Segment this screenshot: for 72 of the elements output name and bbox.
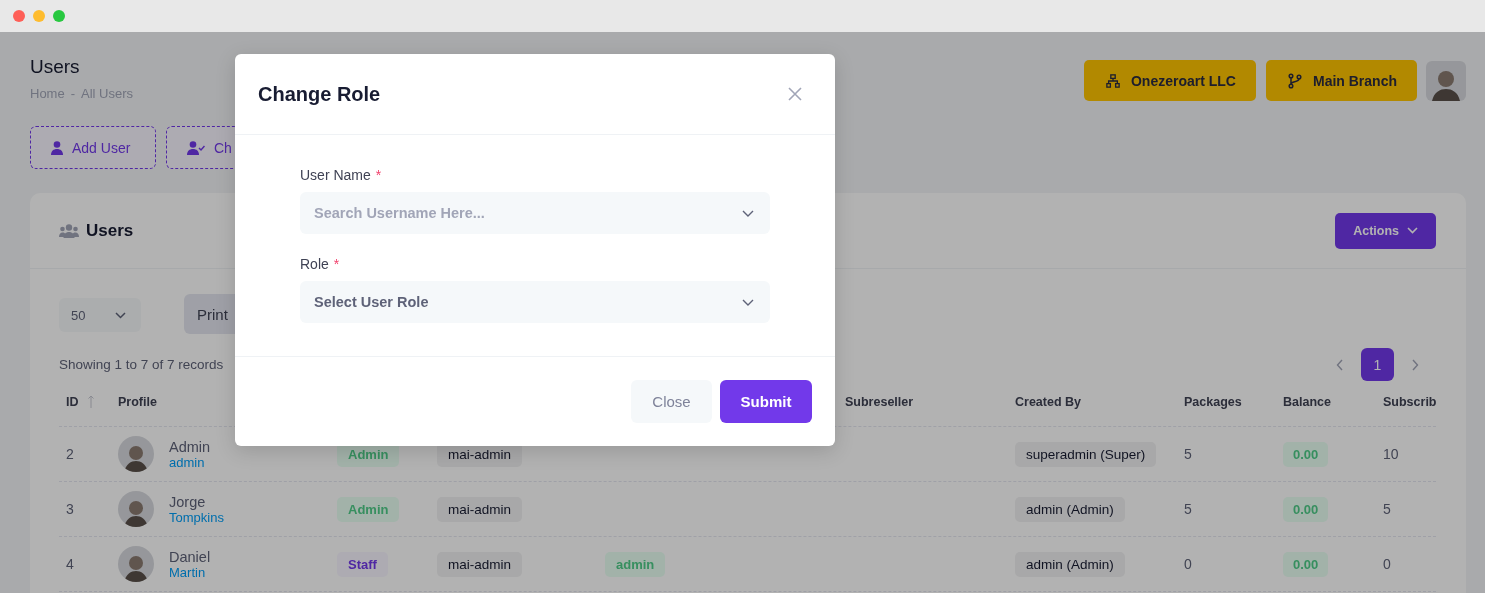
role-badge: Staff bbox=[337, 551, 388, 577]
column-header: Balance bbox=[1283, 395, 1331, 409]
user-first-name: Jorge bbox=[169, 493, 207, 510]
packages-cell: 5 bbox=[1184, 501, 1192, 517]
user-last-name-link[interactable]: Martin bbox=[169, 564, 211, 580]
balance-badge: 0.00 bbox=[1283, 496, 1329, 522]
avatar-placeholder bbox=[118, 436, 154, 472]
sort-icon[interactable] bbox=[86, 395, 95, 409]
page-title: Users bbox=[30, 56, 81, 78]
creator-badge: superadmin (Super) bbox=[1015, 441, 1157, 467]
column-header: ID bbox=[66, 395, 79, 409]
role-select[interactable]: Select User Role bbox=[300, 281, 770, 323]
sitemap-icon bbox=[1105, 73, 1120, 88]
records-summary: Showing 1 to 7 of 7 records bbox=[59, 357, 224, 372]
branch-button[interactable]: Main Branch bbox=[1266, 60, 1417, 101]
page-button[interactable]: 1 bbox=[1361, 348, 1394, 381]
avatar-placeholder bbox=[118, 546, 154, 582]
parent-badge: mai-admin bbox=[437, 496, 523, 522]
column-header: Created By bbox=[1015, 395, 1081, 409]
parent-badge: mai-admin bbox=[437, 551, 523, 577]
field-label: Role bbox=[300, 256, 329, 272]
role-badge: Admin bbox=[337, 496, 400, 522]
next-page-icon[interactable] bbox=[1411, 358, 1419, 371]
packages-cell: 0 bbox=[1184, 556, 1192, 572]
add-user-button[interactable]: Add User bbox=[30, 126, 156, 169]
user-icon bbox=[51, 140, 63, 155]
actions-button[interactable]: Actions bbox=[1335, 212, 1436, 249]
user-first-name: Daniel bbox=[169, 548, 211, 565]
breadcrumb-separator: - bbox=[70, 86, 76, 101]
user-last-name-link[interactable]: Tompkins bbox=[169, 509, 224, 525]
user-last-name-link[interactable]: admin bbox=[169, 454, 211, 470]
chevron-down-icon bbox=[742, 210, 754, 217]
minimize-window-button[interactable] bbox=[33, 10, 45, 22]
company-button[interactable]: Onezeroart LLC bbox=[1083, 60, 1256, 101]
users-icon bbox=[59, 223, 79, 238]
subscriptions-cell: 0 bbox=[1383, 556, 1391, 572]
username-select[interactable]: Search Username Here... bbox=[300, 192, 770, 234]
chevron-down-icon bbox=[115, 311, 126, 319]
user-badge: admin bbox=[605, 551, 666, 577]
branch-icon bbox=[1288, 72, 1302, 89]
user-first-name: Admin bbox=[169, 438, 211, 455]
user-check-icon bbox=[187, 140, 205, 155]
balance-badge: 0.00 bbox=[1283, 441, 1329, 467]
creator-badge: admin (Admin) bbox=[1015, 551, 1125, 577]
subscriptions-cell: 5 bbox=[1383, 501, 1391, 517]
id-cell: 2 bbox=[66, 446, 74, 462]
close-window-button[interactable] bbox=[13, 10, 25, 22]
id-cell: 3 bbox=[66, 501, 74, 517]
chevron-down-icon bbox=[742, 299, 754, 306]
zoom-window-button[interactable] bbox=[53, 10, 65, 22]
required-mark: * bbox=[333, 256, 340, 272]
required-mark: * bbox=[375, 167, 382, 183]
column-header: Packages bbox=[1184, 395, 1242, 409]
avatar-placeholder[interactable] bbox=[1426, 60, 1466, 101]
avatar-placeholder bbox=[118, 491, 154, 527]
close-button[interactable]: Close bbox=[631, 380, 712, 423]
page-size-select[interactable]: 50 bbox=[59, 298, 141, 332]
submit-button[interactable]: Submit bbox=[720, 380, 812, 423]
card-title: Users bbox=[86, 220, 134, 241]
chevron-down-icon bbox=[1407, 227, 1418, 234]
previous-page-icon[interactable] bbox=[1336, 358, 1344, 371]
packages-cell: 5 bbox=[1184, 446, 1192, 462]
balance-badge: 0.00 bbox=[1283, 551, 1329, 577]
subscriptions-cell: 10 bbox=[1383, 446, 1399, 462]
column-header: Subscrib bbox=[1383, 395, 1437, 409]
column-header: Subreseller bbox=[845, 395, 914, 409]
id-cell: 4 bbox=[66, 556, 74, 572]
creator-badge: admin (Admin) bbox=[1015, 496, 1125, 522]
close-icon[interactable] bbox=[788, 87, 802, 101]
dialog-title: Change Role bbox=[258, 82, 381, 106]
column-header: Profile bbox=[118, 395, 157, 409]
field-label: User Name bbox=[300, 167, 371, 183]
